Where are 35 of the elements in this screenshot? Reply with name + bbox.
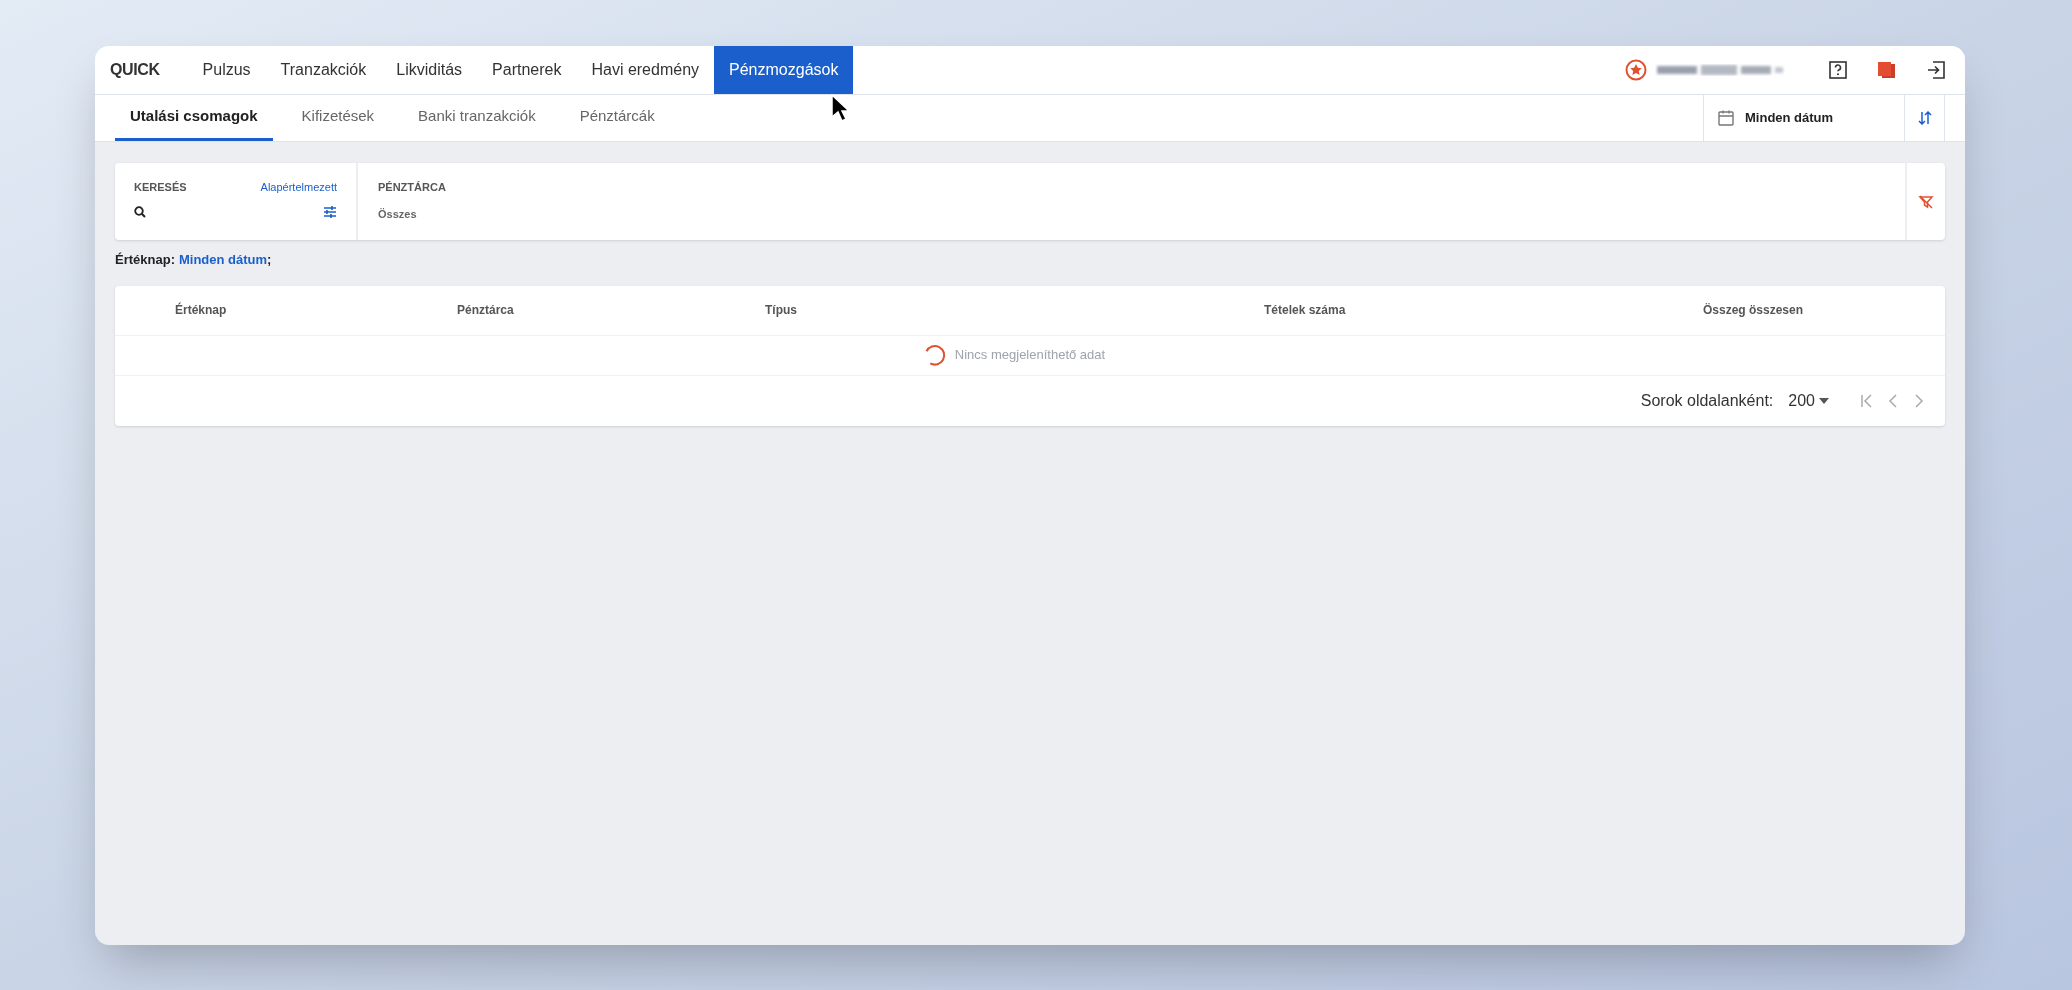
search-icon — [134, 205, 146, 218]
nav-tab[interactable]: Pénzmozgások — [714, 46, 854, 94]
clear-filter-icon[interactable] — [1918, 193, 1934, 210]
filter-summary-label: Értéknap: — [115, 251, 175, 269]
logo[interactable]: QUICK — [110, 58, 160, 82]
sliders-icon[interactable] — [323, 205, 337, 218]
sub-tab[interactable]: Kifizetések — [286, 95, 390, 141]
nav-tab[interactable]: Tranzakciók — [265, 46, 382, 94]
preset-link[interactable]: Alapértelmezett — [260, 179, 337, 196]
help-icon[interactable] — [1829, 61, 1847, 79]
sort-icon[interactable] — [1917, 111, 1932, 125]
calendar-icon — [1717, 109, 1735, 127]
nav-tab[interactable]: Partnerek — [477, 46, 577, 94]
column-header[interactable]: Pénztárca — [397, 301, 705, 319]
rows-per-page-label: Sorok oldalanként: — [1640, 390, 1774, 411]
star-badge-icon — [1625, 59, 1647, 81]
date-filter-button[interactable]: Minden dátum — [1703, 95, 1905, 141]
column-header[interactable]: Értéknap — [115, 301, 397, 319]
nav-tab[interactable]: Pulzus — [187, 46, 266, 94]
nav-tab[interactable]: Havi eredmény — [576, 46, 715, 94]
sub-tab[interactable]: Banki tranzakciók — [403, 95, 551, 141]
sub-tab[interactable]: Utalási csomagok — [115, 95, 273, 141]
sub-tab[interactable]: Pénztárcák — [564, 95, 670, 141]
filter-summary-separator: ; — [267, 251, 272, 269]
wallet-select[interactable]: PÉNZTÁRCA Összes — [358, 163, 466, 240]
empty-message: Nincs megjeleníthető adat — [954, 346, 1106, 365]
page-size-select[interactable]: 200 — [1788, 388, 1829, 413]
nav-tab[interactable]: Likviditás — [381, 46, 478, 94]
documents-icon[interactable] — [1877, 61, 1897, 79]
logout-icon[interactable] — [1927, 61, 1945, 79]
column-header[interactable]: Összeg összesen — [1643, 301, 1945, 319]
column-header[interactable]: Tételek száma — [1204, 301, 1643, 319]
caret-icon — [1819, 397, 1829, 404]
filter-label: KERESÉS — [134, 180, 187, 195]
column-header[interactable]: Típus — [705, 301, 1204, 319]
